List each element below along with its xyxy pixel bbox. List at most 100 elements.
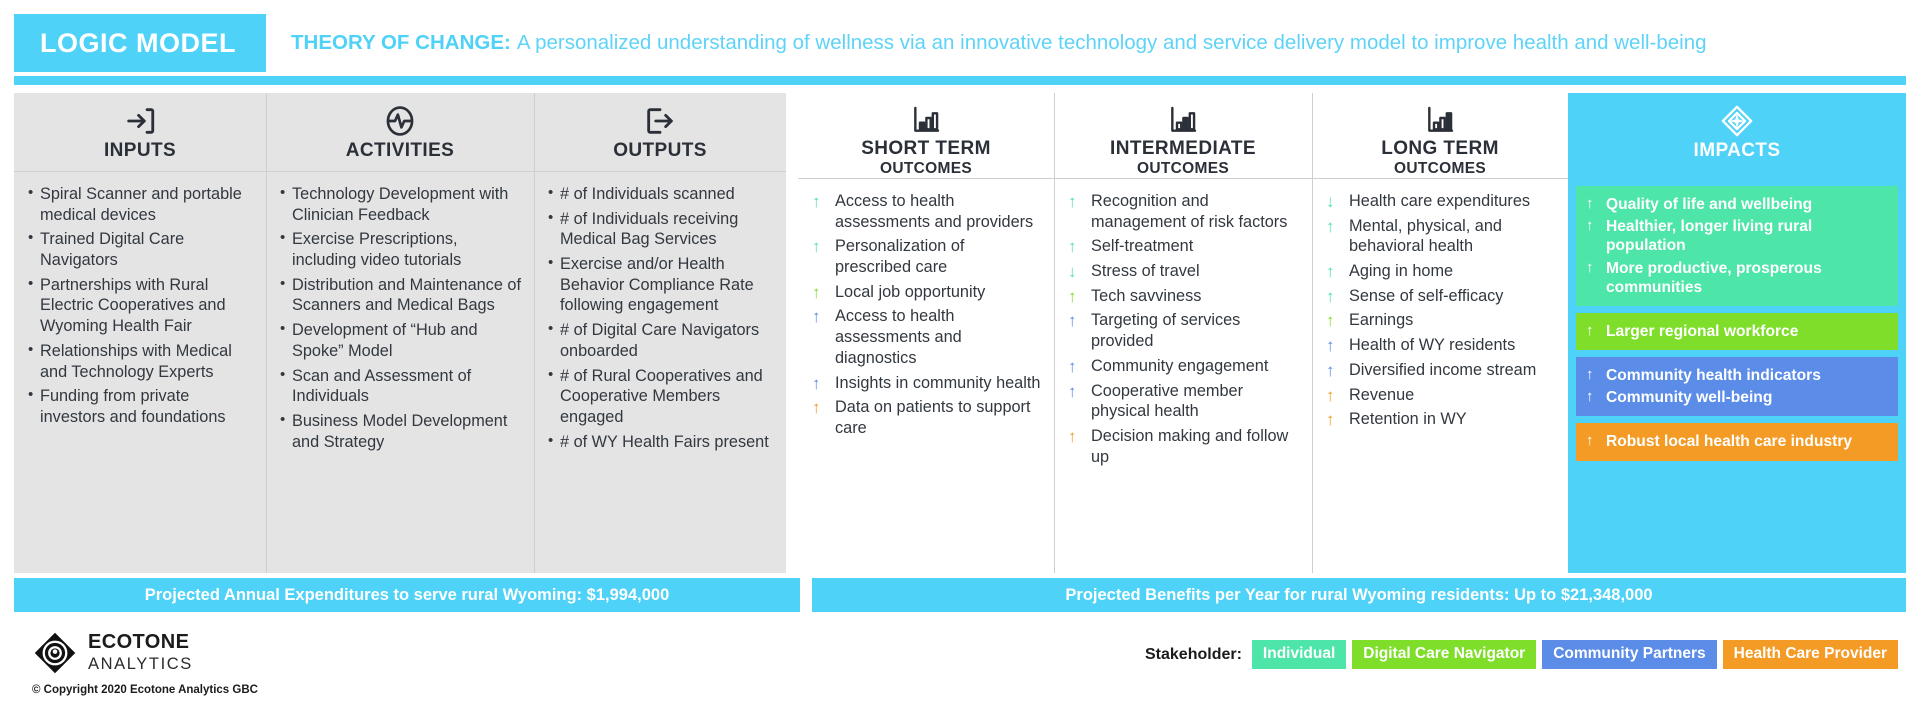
theory-of-change-label: THEORY OF CHANGE: [291, 31, 511, 54]
sign-out-arrow-icon [643, 101, 677, 141]
column-activities-body: Technology Development with Clinician Fe… [266, 172, 534, 573]
column-long-term-header: LONG TERM OUTCOMES [1312, 93, 1568, 178]
outcome-item: ↑ Tech savviness [1068, 286, 1300, 307]
outcome-text: Personalization of prescribed care [835, 237, 965, 277]
list-item: # of Individuals receiving Medical Bag S… [548, 208, 774, 250]
column-outputs-header: OUTPUTS [534, 93, 786, 171]
outcome-item: ↑ Sense of self-efficacy [1326, 286, 1556, 307]
outcome-item: ↑ Aging in home [1326, 261, 1556, 282]
logic-model-badge-label: LOGIC MODEL [40, 27, 236, 58]
outcome-text: Data on patients to support care [835, 398, 1031, 437]
activity-pulse-icon [383, 101, 417, 141]
impacts-blocks: ↑ Quality of life and wellbeing ↑ Healthie… [1568, 178, 1906, 573]
column-short-term-subtitle: OUTCOMES [880, 160, 972, 177]
outcome-text: Diversified income stream [1349, 360, 1537, 379]
outcome-text: Self-treatment [1091, 237, 1194, 256]
impact-text: Larger regional workforce [1606, 322, 1799, 340]
column-impacts: IMPACTS ↑ Quality of life and wellbeing ↑… [1568, 93, 1906, 573]
outcome-item: ↑ Self-treatment [1068, 236, 1300, 257]
outcome-text: Revenue [1349, 385, 1415, 404]
trend-arrow-icon: ↑ [812, 398, 821, 418]
list-item: Exercise Prescriptions, including video … [280, 228, 522, 270]
outcome-text: Cooperative member physical health [1091, 381, 1244, 421]
intermediate-outcomes-list: ↑ Recognition and management of risk fact… [1068, 191, 1300, 467]
column-activities-header: ACTIVITIES [266, 93, 534, 171]
list-item: Technology Development with Clinician Fe… [280, 183, 522, 225]
outcome-item: ↓ Stress of travel [1068, 261, 1300, 282]
column-short-term-outcomes: SHORT TERM OUTCOMES ↑ Access to health as… [798, 93, 1054, 573]
outcome-text: Tech savviness [1091, 286, 1202, 305]
trend-arrow-icon: ↑ [1586, 432, 1594, 450]
outcome-text: Mental, physical, and behavioral health [1349, 216, 1502, 256]
list-item: Exercise and/or Health Behavior Complian… [548, 253, 774, 316]
impact-block-individual: ↑ Quality of life and wellbeing ↑ Healthie… [1576, 186, 1898, 306]
bar-chart-icon [1424, 101, 1456, 139]
impact-text: Robust local health care industry [1606, 433, 1853, 451]
list-item: Partnerships with Rural Electric Coopera… [28, 274, 254, 337]
columns-grid: INPUTS Spiral Scanner and portable medic… [14, 93, 1906, 573]
column-group-gap [786, 93, 798, 573]
column-intermediate-title: INTERMEDIATE [1110, 138, 1256, 160]
column-activities-title: ACTIVITIES [345, 140, 455, 161]
sign-in-arrow-icon [123, 101, 157, 141]
diamond-gem-icon [1717, 101, 1757, 141]
impact-list: ↑ Community health indicators ↑ Community … [1586, 366, 1888, 407]
impact-list: ↑ Robust local health care industry [1586, 432, 1888, 451]
column-short-term-title: SHORT TERM [861, 138, 991, 160]
list-item: Trained Digital Care Navigators [28, 228, 254, 270]
trend-arrow-icon: ↑ [812, 237, 821, 257]
legend-chip-individual[interactable]: Individual [1251, 640, 1347, 669]
outcome-item: ↑ Personalization of prescribed care [812, 236, 1042, 277]
list-item: Development of “Hub and Spoke” Model [280, 319, 522, 361]
impact-item: ↑ More productive, prosperous communities [1586, 259, 1888, 297]
trend-arrow-icon: ↑ [1068, 356, 1077, 376]
impact-item: ↑ Larger regional workforce [1586, 322, 1888, 341]
outcome-item: ↑ Data on patients to support care [812, 397, 1042, 438]
logic-model-infographic: LOGIC MODEL THEORY OF CHANGE: A personal… [0, 0, 1920, 713]
trend-arrow-icon: ↑ [1326, 286, 1335, 306]
column-outputs-body: # of Individuals scanned # of Individual… [534, 172, 786, 573]
legend-chip-health-care-provider[interactable]: Health Care Provider [1722, 640, 1898, 669]
legend-chip-digital-care-navigator[interactable]: Digital Care Navigator [1352, 640, 1537, 669]
outcome-text: Retention in WY [1349, 410, 1467, 429]
projected-benefits-bar: Projected Benefits per Year for rural Wy… [812, 578, 1906, 612]
impact-item: ↑ Quality of life and wellbeing [1586, 195, 1888, 214]
column-outputs: OUTPUTS # of Individuals scanned # of In… [534, 93, 786, 573]
impact-text: Community health indicators [1606, 367, 1821, 385]
outcome-item: ↑ Retention in WY [1326, 409, 1556, 430]
trend-arrow-icon: ↑ [1326, 336, 1335, 356]
bar-chart-icon [910, 101, 942, 139]
trend-arrow-icon: ↑ [1586, 321, 1594, 339]
outcome-item: ↑ Access to health assessments and diagno… [812, 306, 1042, 368]
impact-text: Healthier, longer living rural populatio… [1606, 218, 1813, 255]
outcome-item: ↑ Earnings [1326, 310, 1556, 331]
activities-list: Technology Development with Clinician Fe… [280, 183, 522, 452]
impact-item: ↑ Healthier, longer living rural populati… [1586, 217, 1888, 255]
outcome-item: ↑ Targeting of services provided [1068, 310, 1300, 351]
money-bars: Projected Annual Expenditures to serve r… [14, 578, 1906, 612]
outcome-item: ↑ Decision making and follow up [1068, 426, 1300, 467]
trend-arrow-icon: ↑ [1068, 381, 1077, 401]
trend-arrow-icon: ↑ [812, 282, 821, 302]
outcome-text: Targeting of services provided [1091, 311, 1241, 351]
list-item: # of Rural Cooperatives and Cooperative … [548, 364, 774, 428]
impact-list: ↑ Quality of life and wellbeing ↑ Healthie… [1586, 195, 1888, 297]
legend-chip-community-partners[interactable]: Community Partners [1542, 640, 1717, 669]
trend-arrow-icon: ↑ [1068, 426, 1077, 446]
stakeholder-legend: Stakeholder: Individual Digital Care Nav… [1145, 640, 1898, 669]
outcome-text: Recognition and management of risk facto… [1091, 192, 1288, 231]
money-bar-gap [800, 578, 812, 612]
trend-arrow-icon: ↑ [1326, 360, 1335, 380]
impact-item: ↑ Community health indicators [1586, 366, 1888, 385]
list-item: # of Digital Care Navigators onboarded [548, 319, 774, 361]
column-intermediate-header: INTERMEDIATE OUTCOMES [1054, 93, 1312, 178]
column-intermediate-outcomes: INTERMEDIATE OUTCOMES ↑ Recognition and m… [1054, 93, 1312, 573]
list-item: Scan and Assessment of Individuals [280, 364, 522, 407]
title-divider-rule [14, 76, 1906, 85]
outcome-item: ↑ Access to health assessments and provid… [812, 191, 1042, 232]
theory-of-change: THEORY OF CHANGE: A personalized underst… [266, 14, 1906, 72]
list-item: # of WY Health Fairs present [548, 431, 774, 453]
list-item: Spiral Scanner and portable medical devi… [28, 183, 254, 225]
impact-text: Quality of life and wellbeing [1606, 196, 1813, 213]
trend-arrow-icon: ↑ [1586, 388, 1594, 406]
